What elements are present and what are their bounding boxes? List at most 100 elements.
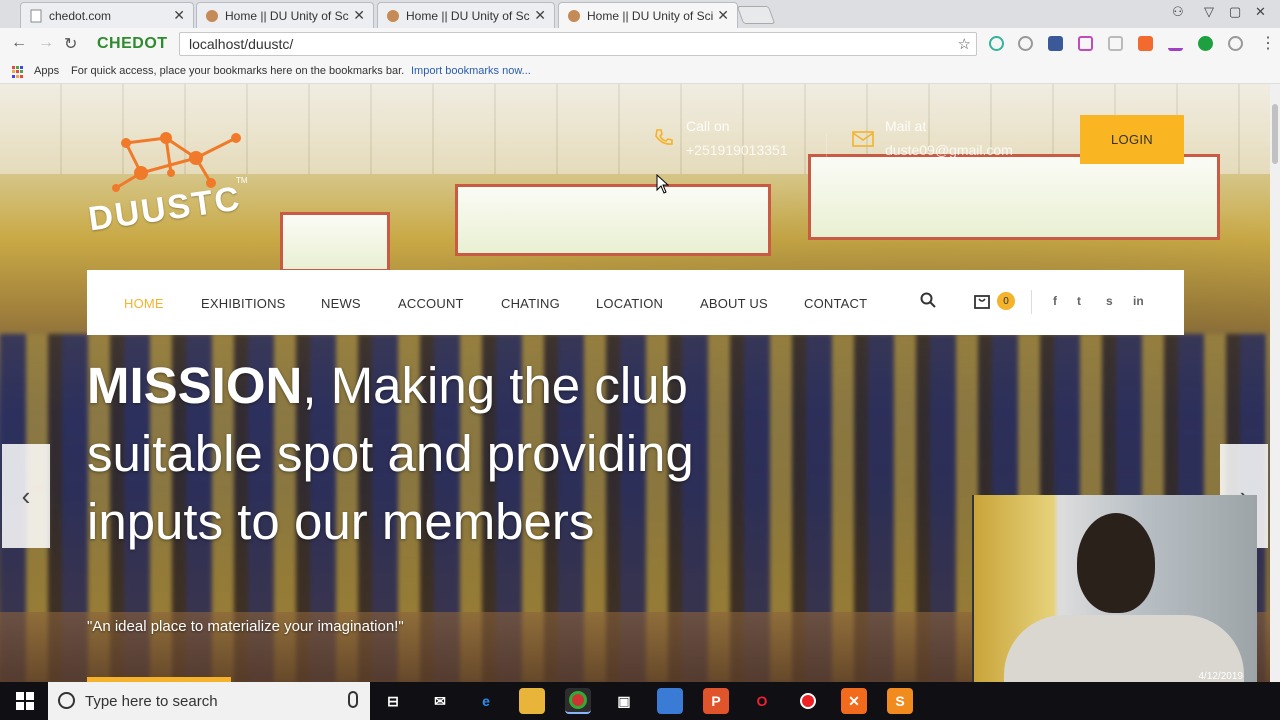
headline-bold: MISSION bbox=[87, 357, 303, 414]
photo-app-icon[interactable] bbox=[657, 688, 683, 714]
linkedin-icon[interactable]: in bbox=[1133, 294, 1144, 308]
presentation-app-icon[interactable]: P bbox=[703, 688, 729, 714]
close-tab-icon[interactable]: ✕ bbox=[534, 7, 546, 24]
mail-contact: Mail at duste09@gmail.com bbox=[885, 118, 1013, 158]
call-label: Call on bbox=[686, 118, 730, 134]
mail-icon bbox=[852, 131, 874, 147]
bookmarks-bar: Apps For quick access, place your bookma… bbox=[0, 60, 1280, 84]
webcam-date-text: 4/12/2019 bbox=[1198, 671, 1244, 682]
browser-tab-home-2[interactable]: Home || DU Unity of Scie ✕ bbox=[377, 2, 555, 28]
extension-gear-icon[interactable] bbox=[989, 36, 1004, 51]
main-nav: HOME EXHIBITIONS NEWS ACCOUNT CHATING LO… bbox=[87, 270, 1184, 335]
cart-icon[interactable] bbox=[973, 292, 991, 310]
whatsapp-icon[interactable] bbox=[1018, 36, 1033, 51]
site-favicon-icon bbox=[206, 9, 218, 22]
video-icon[interactable] bbox=[1138, 36, 1153, 51]
phone-icon bbox=[655, 129, 673, 145]
close-window-icon[interactable]: ✕ bbox=[1255, 4, 1266, 20]
windows-taskbar: Type here to search ⊟ ✉ e ▣ P O ✕ S bbox=[0, 682, 1280, 720]
close-tab-icon[interactable]: ✕ bbox=[173, 7, 185, 24]
scrollbar-thumb[interactable] bbox=[1272, 104, 1278, 164]
download-icon[interactable] bbox=[1168, 36, 1183, 51]
close-tab-icon[interactable]: ✕ bbox=[353, 7, 365, 24]
twitter-icon[interactable]: t bbox=[1077, 294, 1081, 308]
extension-icon[interactable] bbox=[1108, 36, 1123, 51]
speed-icon[interactable] bbox=[1228, 36, 1243, 51]
apps-link[interactable]: Apps bbox=[34, 65, 59, 77]
nav-location[interactable]: LOCATION bbox=[596, 296, 663, 311]
back-icon[interactable]: ← bbox=[11, 34, 27, 52]
media-icon[interactable] bbox=[1078, 36, 1093, 51]
site-favicon-icon bbox=[387, 9, 399, 22]
contact-divider bbox=[826, 134, 827, 162]
restore-icon[interactable]: ▢ bbox=[1229, 4, 1241, 20]
sublime-text-icon[interactable]: S bbox=[887, 688, 913, 714]
browser-tab-home-1[interactable]: Home || DU Unity of Scie ✕ bbox=[196, 2, 374, 28]
file-explorer-icon[interactable] bbox=[519, 688, 545, 714]
menu-icon[interactable]: ⋮ bbox=[1260, 33, 1276, 53]
profile-icon[interactable]: ⚇ bbox=[1172, 4, 1184, 20]
close-tab-icon[interactable]: ✕ bbox=[717, 7, 729, 24]
background-window bbox=[280, 212, 390, 272]
record-icon[interactable] bbox=[795, 688, 821, 714]
hero-headline: MISSION, Making the club suitable spot a… bbox=[87, 352, 727, 556]
email-address[interactable]: duste09@gmail.com bbox=[885, 142, 1013, 158]
browser-tab-chedot[interactable]: chedot.com ✕ bbox=[20, 2, 194, 28]
nav-chating[interactable]: CHATING bbox=[501, 296, 560, 311]
bookmarks-hint: For quick access, place your bookmarks h… bbox=[71, 65, 405, 77]
task-view-icon[interactable]: ⊟ bbox=[380, 688, 406, 714]
import-bookmarks-link[interactable]: Import bookmarks now... bbox=[411, 65, 531, 77]
edge-browser-icon[interactable]: e bbox=[473, 688, 499, 714]
slider-prev-button[interactable]: ‹ bbox=[2, 444, 50, 548]
forward-icon[interactable]: → bbox=[38, 34, 54, 52]
login-button[interactable]: LOGIN bbox=[1080, 115, 1184, 164]
browser-toolbar: ← → ↻ CHEDOT localhost/duustc/ ☆ ⋮ bbox=[0, 28, 1280, 60]
nav-contact[interactable]: CONTACT bbox=[804, 296, 867, 311]
store-icon[interactable]: ▣ bbox=[611, 688, 637, 714]
browser-brand: CHEDOT bbox=[97, 35, 168, 52]
page-scrollbar[interactable] bbox=[1270, 84, 1280, 682]
xampp-icon[interactable]: ✕ bbox=[841, 688, 867, 714]
skype-icon[interactable]: s bbox=[1106, 294, 1113, 308]
site-logo[interactable]: DUUSTC TM bbox=[86, 118, 266, 243]
windows-start-icon[interactable] bbox=[16, 692, 34, 710]
reload-icon[interactable]: ↻ bbox=[64, 34, 77, 54]
url-text: localhost/duustc/ bbox=[189, 36, 294, 52]
search-icon[interactable] bbox=[920, 292, 936, 308]
tab-title: Home || DU Unity of Scie bbox=[406, 8, 531, 23]
call-contact: Call on +251919013351 bbox=[686, 118, 788, 158]
opera-icon[interactable]: O bbox=[749, 688, 775, 714]
browser-tab-home-active[interactable]: Home || DU Unity of Scie ✕ bbox=[558, 2, 738, 28]
microphone-icon[interactable] bbox=[348, 691, 358, 708]
taskbar-search-input[interactable]: Type here to search bbox=[48, 682, 370, 720]
facebook-icon[interactable] bbox=[1048, 36, 1063, 51]
address-bar[interactable]: localhost/duustc/ ☆ bbox=[179, 32, 977, 56]
nav-divider bbox=[1031, 290, 1032, 314]
logo-trademark: TM bbox=[236, 176, 248, 185]
nav-exhibitions[interactable]: EXHIBITIONS bbox=[201, 296, 286, 311]
tab-title: chedot.com bbox=[49, 8, 112, 23]
mouse-cursor-icon bbox=[656, 174, 670, 194]
hero-tagline: "An ideal place to materialize your imag… bbox=[87, 618, 404, 635]
facebook-icon[interactable]: f bbox=[1053, 294, 1057, 308]
new-tab-button[interactable] bbox=[736, 6, 776, 24]
nav-account[interactable]: ACCOUNT bbox=[398, 296, 464, 311]
search-placeholder: Type here to search bbox=[85, 693, 218, 710]
mail-label: Mail at bbox=[885, 118, 927, 134]
chedot-browser-icon[interactable] bbox=[565, 688, 591, 714]
nav-about-us[interactable]: ABOUT US bbox=[700, 296, 768, 311]
cortana-icon bbox=[58, 692, 75, 709]
webcam-person-head bbox=[1077, 513, 1155, 613]
cart-count-badge: 0 bbox=[997, 292, 1015, 310]
nav-home[interactable]: HOME bbox=[124, 296, 164, 311]
phone-number[interactable]: +251919013351 bbox=[686, 142, 788, 158]
bookmark-star-icon[interactable]: ☆ bbox=[958, 35, 971, 53]
webcam-overlay: 4/12/2019 bbox=[972, 495, 1257, 682]
apps-grid-icon[interactable] bbox=[12, 66, 24, 78]
nav-news[interactable]: NEWS bbox=[321, 296, 361, 311]
background-window bbox=[808, 154, 1220, 240]
tab-title: Home || DU Unity of Scie bbox=[587, 8, 714, 23]
minimize-icon[interactable]: ▽ bbox=[1204, 4, 1214, 20]
grammar-icon[interactable] bbox=[1198, 36, 1213, 51]
mail-app-icon[interactable]: ✉ bbox=[427, 688, 453, 714]
